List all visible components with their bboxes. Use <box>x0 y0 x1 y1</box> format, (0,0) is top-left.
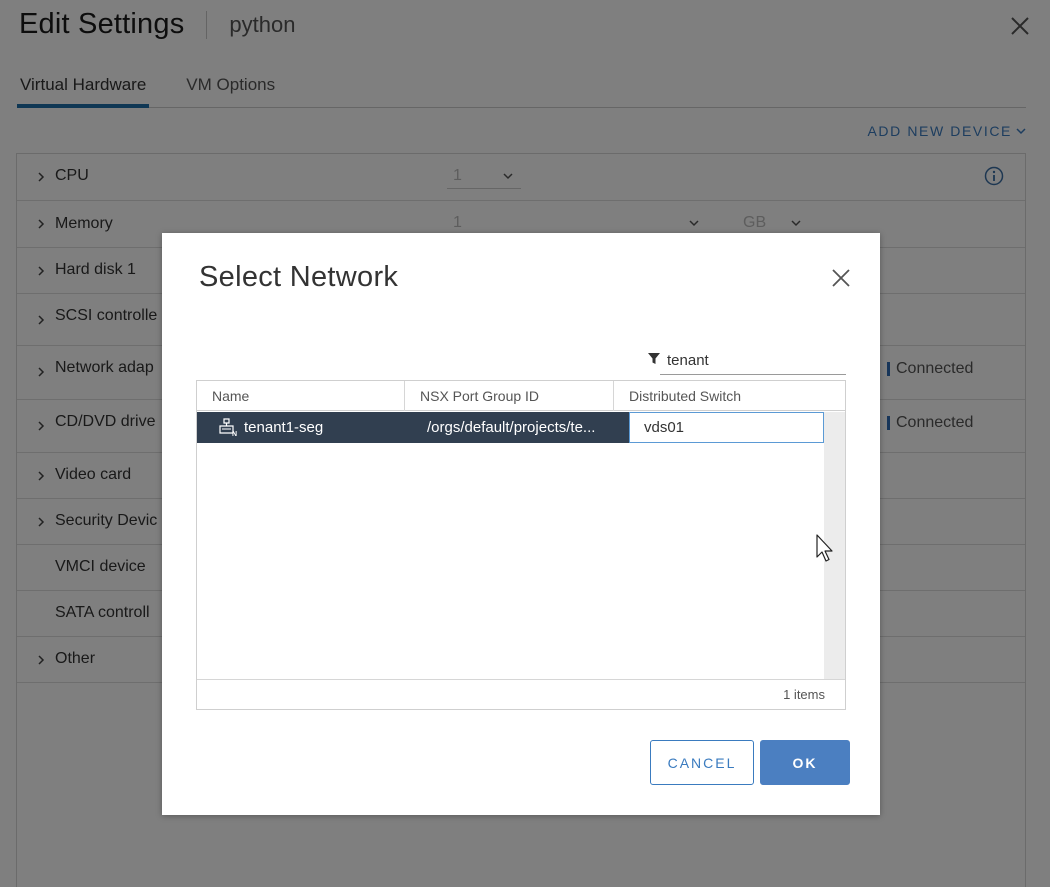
select-network-dialog: Select Network Name NSX Port Group ID Di… <box>162 233 880 815</box>
column-header-port-group[interactable]: NSX Port Group ID <box>405 381 614 411</box>
filter-input[interactable] <box>660 347 846 375</box>
close-icon[interactable] <box>830 267 852 289</box>
item-count: 1 items <box>783 687 825 702</box>
filter-box <box>646 347 846 375</box>
cell-name: tenant1-seg <box>244 419 324 436</box>
filter-icon <box>648 353 660 364</box>
column-header-switch[interactable]: Distributed Switch <box>614 381 845 411</box>
cell-port-group: /orgs/default/projects/te... <box>427 419 596 436</box>
column-header-name[interactable]: Name <box>197 381 405 411</box>
network-segment-icon: N <box>219 418 237 437</box>
cell-switch: vds01 <box>629 412 824 443</box>
table-row[interactable]: N tenant1-seg /orgs/default/projects/te.… <box>197 412 824 443</box>
svg-text:N: N <box>232 431 237 437</box>
ok-button[interactable]: OK <box>760 740 850 785</box>
dialog-title: Select Network <box>199 261 399 293</box>
grid-header: Name NSX Port Group ID Distributed Switc… <box>197 381 845 411</box>
grid-footer: 1 items <box>197 679 845 709</box>
cancel-button[interactable]: CANCEL <box>650 740 754 785</box>
mouse-cursor-icon <box>816 534 833 562</box>
network-grid: Name NSX Port Group ID Distributed Switc… <box>196 380 846 710</box>
